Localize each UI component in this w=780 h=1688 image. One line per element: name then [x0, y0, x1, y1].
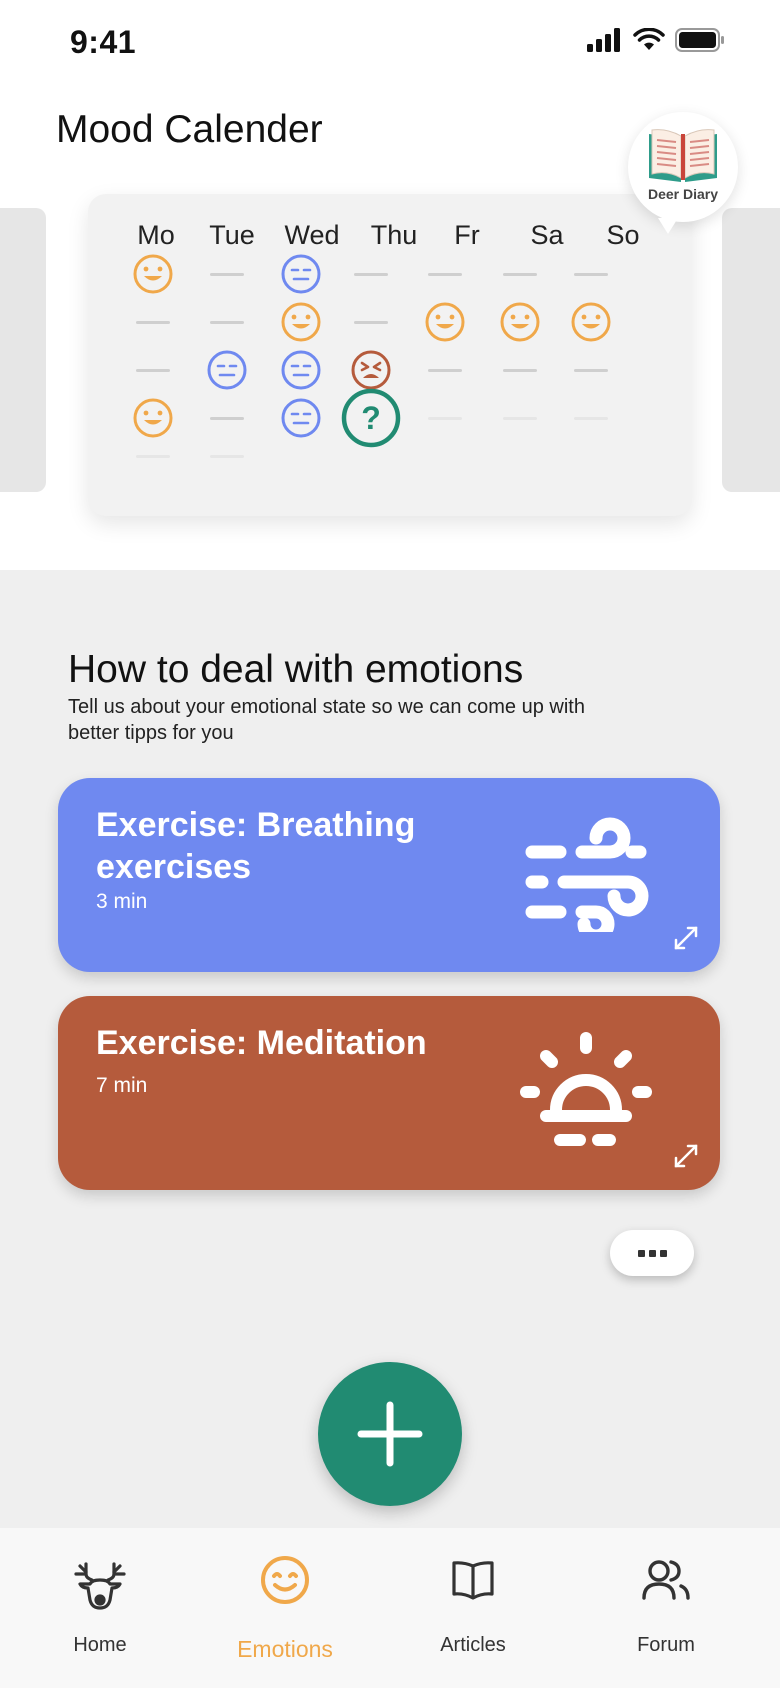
empty-day-dash — [136, 321, 170, 324]
nav-item-forum[interactable]: Forum — [581, 1528, 751, 1688]
book-icon — [452, 1561, 494, 1600]
happy-face-icon[interactable] — [131, 252, 175, 296]
nav-item-emotions[interactable]: Emotions — [200, 1528, 370, 1688]
section-subtitle: Tell us about your emotional state so we… — [68, 696, 585, 744]
exercise-title: Exercise: Meditation — [96, 1024, 427, 1062]
empty-day-dash — [503, 369, 537, 372]
happy-face-icon[interactable] — [131, 396, 175, 440]
day-header: So — [606, 220, 640, 250]
happy-face-icon[interactable] — [569, 300, 613, 344]
status-icons — [587, 28, 725, 52]
empty-day-dash — [136, 455, 170, 458]
mood-calendar: Mo Tue Wed Thu Fr Sa So ? — [88, 194, 692, 516]
nav-label: Emotions — [237, 1636, 333, 1662]
more-dots-icon — [637, 1249, 645, 1257]
nav-label: Articles — [440, 1634, 506, 1656]
empty-day-dash — [210, 455, 244, 458]
day-header: Sa — [530, 220, 564, 250]
bottom-nav: Home Emotions Articles Forum — [0, 1528, 780, 1688]
next-calendar-card[interactable] — [722, 208, 780, 492]
wind-icon — [525, 817, 649, 932]
section-title: How to deal with emotions — [68, 648, 524, 691]
users-icon — [642, 1560, 690, 1600]
day-header: Fr — [454, 220, 480, 250]
status-bar: 9:41 — [0, 0, 780, 90]
empty-day-dash — [354, 273, 388, 276]
empty-day-dash — [210, 321, 244, 324]
happy-face-icon[interactable] — [279, 300, 323, 344]
page-title: Mood Calender — [56, 108, 323, 151]
empty-day-dash — [503, 417, 537, 420]
open-book-icon — [649, 129, 717, 182]
expand-icon[interactable] — [672, 924, 700, 952]
exercise-duration: 3 min — [96, 890, 148, 913]
day-header: Thu — [370, 220, 418, 250]
previous-calendar-card[interactable] — [0, 208, 46, 492]
battery-icon — [675, 28, 724, 52]
exercise-card-breathing[interactable]: Exercise: Breathing exercises 3 min — [58, 778, 720, 972]
expand-icon[interactable] — [672, 1142, 700, 1170]
more-button[interactable] — [610, 1230, 694, 1276]
nav-item-home[interactable]: Home — [15, 1528, 185, 1688]
status-time: 9:41 — [70, 24, 137, 60]
empty-day-dash — [136, 369, 170, 372]
empty-day-dash — [428, 369, 462, 372]
day-header: Tue — [209, 220, 255, 250]
today-mood-question-icon[interactable]: ? — [340, 387, 402, 449]
day-header: Wed — [284, 220, 340, 250]
svg-text:?: ? — [361, 400, 381, 436]
empty-day-dash — [574, 369, 608, 372]
empty-day-dash — [428, 417, 462, 420]
empty-day-dash — [210, 417, 244, 420]
exercise-duration: 7 min — [96, 1074, 148, 1097]
smile-icon — [261, 1556, 309, 1604]
nav-label: Forum — [637, 1634, 695, 1656]
empty-day-dash — [503, 273, 537, 276]
empty-day-dash — [428, 273, 462, 276]
empty-day-dash — [574, 273, 608, 276]
neutral-face-icon[interactable] — [279, 348, 323, 392]
angry-face-icon[interactable] — [349, 348, 393, 392]
empty-day-dash — [574, 417, 608, 420]
nav-item-articles[interactable]: Articles — [388, 1528, 558, 1688]
neutral-face-icon[interactable] — [279, 252, 323, 296]
nav-label: Home — [73, 1634, 127, 1656]
wifi-icon — [633, 28, 665, 50]
plus-icon — [357, 1401, 423, 1467]
empty-day-dash — [210, 273, 244, 276]
happy-face-icon[interactable] — [423, 300, 467, 344]
happy-face-icon[interactable] — [498, 300, 542, 344]
day-header: Mo — [137, 220, 175, 250]
deer-diary-button[interactable]: Deer Diary — [628, 112, 738, 234]
exercise-card-meditation[interactable]: Exercise: Meditation 7 min — [58, 996, 720, 1190]
add-entry-button[interactable] — [318, 1362, 462, 1506]
sunrise-icon — [520, 1032, 652, 1146]
deer-icon — [74, 1562, 126, 1610]
deer-diary-label: Deer Diary — [647, 186, 719, 202]
neutral-face-icon[interactable] — [279, 396, 323, 440]
exercise-title: Exercise: Breathing exercises — [96, 806, 416, 886]
empty-day-dash — [354, 321, 388, 324]
neutral-face-icon[interactable] — [205, 348, 249, 392]
signal-icon — [587, 28, 620, 52]
